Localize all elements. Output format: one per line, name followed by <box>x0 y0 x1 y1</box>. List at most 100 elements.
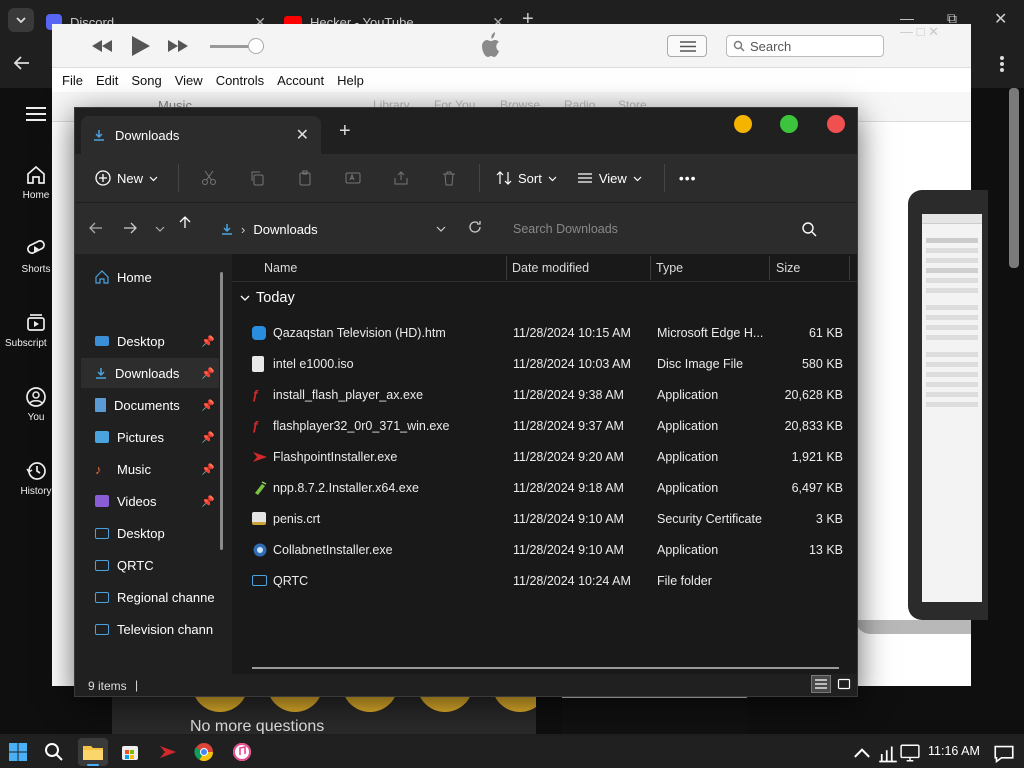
copy-button[interactable] <box>233 158 281 198</box>
plus-circle-icon <box>95 170 111 186</box>
file-row[interactable]: QRTC 11/28/2024 10:24 AM File folder <box>232 566 857 597</box>
copy-icon <box>251 171 264 186</box>
menu-icon[interactable] <box>26 106 46 122</box>
network-icon[interactable] <box>878 744 898 764</box>
more-options-button[interactable]: ••• <box>679 170 697 186</box>
close-tab-icon[interactable]: ✕ <box>296 125 309 145</box>
forward-arrow-icon[interactable] <box>123 221 137 235</box>
cut-button[interactable] <box>185 158 233 198</box>
file-name: QRTC <box>273 574 309 588</box>
rewind-icon[interactable] <box>90 38 114 54</box>
tiles-view-icon[interactable] <box>837 677 851 691</box>
menu-song[interactable]: Song <box>131 73 161 88</box>
nav-folder-regional[interactable]: Regional channe <box>81 582 219 612</box>
breadcrumb-downloads[interactable]: Downloads <box>253 222 317 237</box>
display-icon[interactable] <box>900 743 920 763</box>
disc-image-icon <box>252 356 264 372</box>
nav-home[interactable]: Home <box>81 262 219 292</box>
refresh-icon[interactable] <box>468 220 482 234</box>
divider[interactable] <box>650 256 651 280</box>
play-icon[interactable] <box>130 34 152 58</box>
delete-button[interactable] <box>425 158 473 198</box>
nav-downloads[interactable]: Downloads 📌 <box>81 358 219 388</box>
search-icon[interactable] <box>44 742 64 762</box>
menu-view[interactable]: View <box>175 73 203 88</box>
store-icon[interactable] <box>120 742 140 762</box>
browser-close-button[interactable]: ✕ <box>994 9 1007 29</box>
file-row[interactable]: npp.8.7.2.Installer.x64.exe 11/28/2024 9… <box>232 473 857 504</box>
nav-music[interactable]: ♪ Music 📌 <box>81 454 219 484</box>
chevron-up-icon[interactable] <box>852 744 872 764</box>
itunes-search-field[interactable]: Search <box>726 35 884 57</box>
sort-button[interactable]: Sort <box>496 170 557 186</box>
rename-button[interactable] <box>329 158 377 198</box>
nav-scrollbar[interactable] <box>220 272 223 550</box>
menu-account[interactable]: Account <box>277 73 324 88</box>
horizontal-scrollbar[interactable] <box>252 667 839 669</box>
folder-icon <box>252 575 267 586</box>
file-row[interactable]: FlashpointInstaller.exe 11/28/2024 9:20 … <box>232 442 857 473</box>
edge-html-icon <box>252 326 266 340</box>
back-arrow-icon[interactable] <box>89 221 103 235</box>
recent-locations-icon[interactable] <box>155 224 165 234</box>
column-date-modified[interactable]: Date modified <box>512 261 589 275</box>
address-dropdown-icon[interactable] <box>436 224 446 234</box>
details-view-button[interactable] <box>811 675 831 693</box>
nav-documents[interactable]: Documents 📌 <box>81 390 219 420</box>
divider[interactable] <box>769 256 770 280</box>
divider[interactable] <box>849 256 850 280</box>
itunes-icon[interactable] <box>232 742 252 762</box>
column-name[interactable]: Name <box>264 261 297 275</box>
file-row[interactable]: ƒ install_flash_player_ax.exe 11/28/2024… <box>232 380 857 411</box>
maximize-button[interactable] <box>780 115 798 133</box>
column-size[interactable]: Size <box>776 261 800 275</box>
flashpoint-icon[interactable] <box>158 742 178 762</box>
nav-folder-qrtc[interactable]: QRTC <box>81 550 219 580</box>
divider[interactable] <box>506 256 507 280</box>
file-row[interactable]: ƒ flashplayer32_0r0_371_win.exe 11/28/20… <box>232 411 857 442</box>
column-type[interactable]: Type <box>656 261 683 275</box>
volume-knob[interactable] <box>248 38 264 54</box>
file-row[interactable]: Qazaqstan Television (HD).htm 11/28/2024… <box>232 318 857 349</box>
paste-button[interactable] <box>281 158 329 198</box>
file-date: 11/28/2024 9:18 AM <box>513 481 624 495</box>
share-button[interactable] <box>377 158 425 198</box>
paste-icon <box>299 170 311 186</box>
tab-list-button[interactable] <box>8 8 34 32</box>
nav-folder-desktop[interactable]: Desktop <box>81 518 219 548</box>
fast-forward-icon[interactable] <box>166 38 190 54</box>
menu-help[interactable]: Help <box>337 73 364 88</box>
scrollbar[interactable] <box>1009 88 1019 268</box>
nav-label: Television chann <box>117 621 214 637</box>
menu-controls[interactable]: Controls <box>216 73 264 88</box>
file-explorer-taskbar-button[interactable] <box>78 738 108 766</box>
new-tab-button[interactable]: + <box>339 120 351 143</box>
group-header-today[interactable]: Today <box>240 290 295 306</box>
up-arrow-icon[interactable] <box>178 215 192 229</box>
nav-desktop[interactable]: Desktop 📌 <box>81 326 219 356</box>
nav-folder-television[interactable]: Television chann <box>81 614 219 644</box>
back-arrow-icon[interactable] <box>13 54 31 72</box>
new-label: New <box>117 170 144 186</box>
file-row[interactable]: penis.crt 11/28/2024 9:10 AM Security Ce… <box>232 504 857 535</box>
breadcrumb[interactable]: › Downloads <box>221 215 453 243</box>
menu-edit[interactable]: Edit <box>96 73 118 88</box>
view-button[interactable]: View <box>577 170 642 186</box>
nav-pictures[interactable]: Pictures 📌 <box>81 422 219 452</box>
file-row[interactable]: intel e1000.iso 11/28/2024 10:03 AM Disc… <box>232 349 857 380</box>
menu-file[interactable]: File <box>62 73 83 88</box>
explorer-tab-downloads[interactable]: Downloads ✕ <box>81 116 321 154</box>
file-row[interactable]: CollabnetInstaller.exe 11/28/2024 9:10 A… <box>232 535 857 566</box>
close-button[interactable] <box>827 115 845 133</box>
list-view-button[interactable] <box>667 35 707 57</box>
notifications-icon[interactable] <box>994 744 1014 764</box>
search-downloads-field[interactable]: Search Downloads <box>503 213 843 245</box>
clock[interactable]: 11:16 AM <box>928 744 980 758</box>
new-button[interactable]: New <box>95 170 158 186</box>
nav-videos[interactable]: Videos 📌 <box>81 486 219 516</box>
itunes-window-controls[interactable]: — □ ✕ <box>900 24 939 40</box>
more-vertical-icon[interactable] <box>996 54 1008 74</box>
chrome-icon[interactable] <box>194 742 214 762</box>
minimize-button[interactable] <box>734 115 752 133</box>
start-icon[interactable] <box>8 742 28 762</box>
